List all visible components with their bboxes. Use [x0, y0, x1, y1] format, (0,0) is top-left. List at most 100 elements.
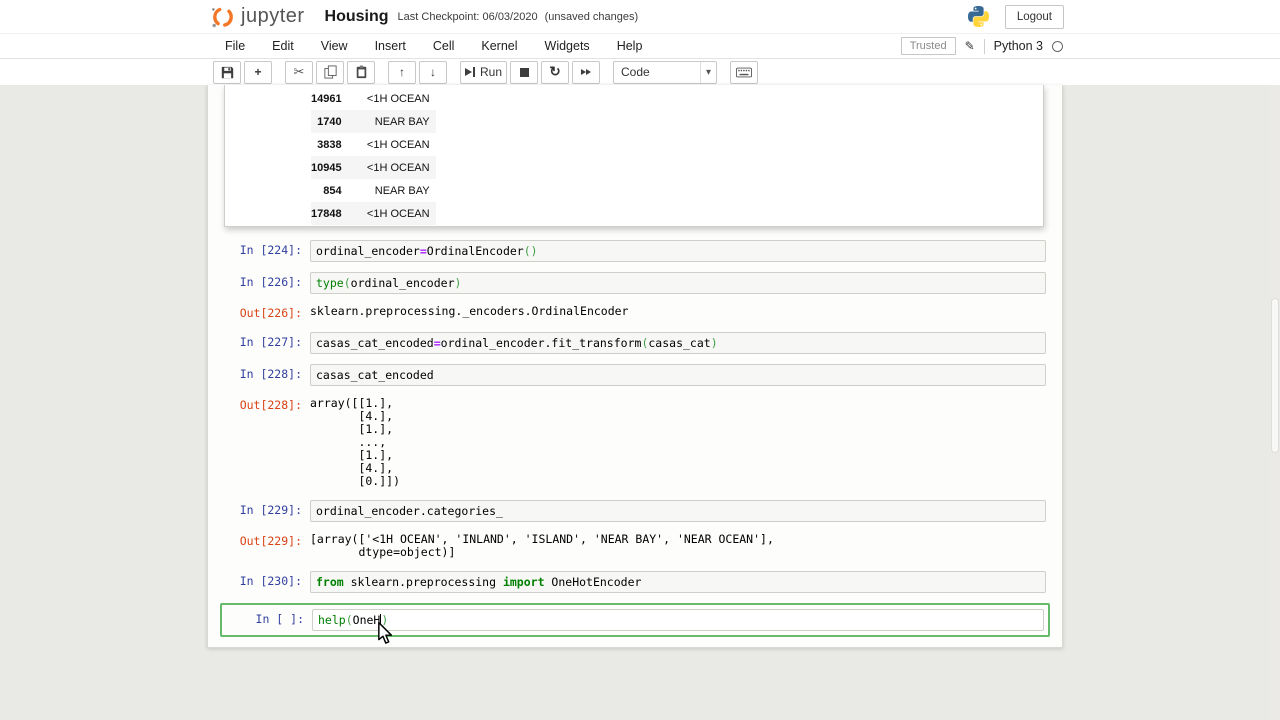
table-row: 17848 <1H OCEAN: [311, 202, 436, 225]
input-prompt: In [228]:: [239, 367, 302, 381]
row-value: NEAR BAY: [374, 184, 430, 197]
toolbar: + ✂ ↑ ↓ Run ↻ Code ▾: [0, 59, 1280, 85]
row-index: 3838: [317, 138, 342, 151]
input-prompt: In [229]:: [239, 503, 302, 517]
run-icon: [465, 68, 472, 76]
arrow-down-icon: ↓: [430, 65, 436, 79]
output-cell-226: Out[226]: sklearn.preprocessing._encoder…: [208, 304, 1046, 321]
run-label: Run: [480, 65, 503, 79]
copy-icon: [323, 65, 337, 79]
output-prompt: Out[229]:: [239, 534, 302, 548]
row-index: 17848: [311, 207, 342, 220]
input-prompt: In [226]:: [239, 275, 302, 289]
row-value: NEAR BAY: [374, 115, 430, 128]
trusted-badge[interactable]: Trusted: [900, 37, 956, 55]
notebook-container: 14961 <1H OCEAN 1740 NEAR BAY 3838 <1H O…: [207, 85, 1063, 648]
unsaved-changes-text: (unsaved changes): [544, 10, 639, 23]
menu-cell[interactable]: Cell: [433, 39, 455, 53]
add-cell-button[interactable]: +: [244, 60, 272, 84]
active-code-cell[interactable]: In [ ]: help(OneH): [220, 603, 1050, 637]
table-row: 10945 <1H OCEAN: [311, 156, 436, 179]
input-prompt: In [ ]:: [255, 612, 304, 626]
notebook-title[interactable]: Housing: [325, 8, 389, 26]
paste-cell-button[interactable]: [347, 60, 375, 84]
jupyter-logo[interactable]: jupyter: [210, 4, 325, 30]
output-prompt: Out[226]:: [239, 306, 302, 320]
save-button[interactable]: [213, 60, 241, 84]
code-cell-229: In [229]: ordinal_encoder.categories_: [208, 500, 1046, 522]
scrolled-output-area[interactable]: 14961 <1H OCEAN 1740 NEAR BAY 3838 <1H O…: [224, 85, 1044, 227]
menu-insert[interactable]: Insert: [375, 39, 406, 53]
cell-type-value: Code: [621, 65, 650, 79]
code-cell-224: In [224]: ordinal_encoder=OrdinalEncoder…: [208, 240, 1046, 262]
code-input[interactable]: casas_cat_encoded=ordinal_encoder.fit_tr…: [310, 332, 1046, 354]
menu-file[interactable]: File: [225, 39, 245, 53]
row-index: 10945: [311, 161, 342, 174]
run-icon-bar: [473, 67, 475, 77]
output-cell-229: Out[229]: [array(['<1H OCEAN', 'INLAND',…: [208, 532, 1046, 559]
row-value: <1H OCEAN: [366, 207, 430, 220]
code-input[interactable]: ordinal_encoder.categories_: [310, 500, 1046, 522]
python-logo-icon: [967, 6, 989, 27]
restart-icon: ↻: [549, 64, 561, 79]
move-cell-down-button[interactable]: ↓: [419, 60, 447, 84]
output-prompt: Out[228]:: [239, 398, 302, 412]
plus-icon: +: [254, 65, 262, 79]
code-input-active[interactable]: help(OneH): [312, 609, 1044, 631]
menu-widgets[interactable]: Widgets: [545, 39, 590, 53]
divider: [983, 38, 985, 54]
code-cell-230: In [230]: from sklearn.preprocessing imp…: [208, 571, 1046, 593]
chevron-down-icon: ▾: [700, 61, 716, 83]
page-scrollbar-track[interactable]: [1270, 85, 1280, 720]
input-prompt: In [224]:: [239, 243, 302, 257]
brand-text: jupyter: [241, 5, 305, 27]
notebook-header: jupyter Housing Last Checkpoint: 06/03/2…: [0, 0, 1280, 34]
row-index: 14961: [311, 92, 342, 105]
code-cell-227: In [227]: casas_cat_encoded=ordinal_enco…: [208, 332, 1046, 354]
row-index: 1740: [317, 115, 342, 128]
row-value: <1H OCEAN: [366, 161, 430, 174]
fast-forward-icon: [581, 69, 592, 75]
table-row: 854 NEAR BAY: [311, 179, 436, 202]
restart-kernel-button[interactable]: ↻: [541, 60, 570, 84]
jupyter-logo-icon: [212, 6, 233, 27]
code-input[interactable]: casas_cat_encoded: [310, 364, 1046, 386]
menu-bar: File Edit View Insert Cell Kernel Widget…: [0, 34, 1280, 59]
kernel-status-icon: [1052, 40, 1063, 52]
row-value: <1H OCEAN: [366, 92, 430, 105]
command-palette-button[interactable]: [730, 60, 759, 84]
code-input[interactable]: ordinal_encoder=OrdinalEncoder(): [310, 240, 1046, 262]
cut-icon: ✂: [293, 64, 305, 79]
series-output-table: 14961 <1H OCEAN 1740 NEAR BAY 3838 <1H O…: [311, 87, 436, 225]
output-text: sklearn.preprocessing._encoders.OrdinalE…: [310, 304, 629, 318]
code-cell-226: In [226]: type(ordinal_encoder): [208, 272, 1046, 294]
checkpoint-text: Last Checkpoint: 06/03/2020: [397, 10, 538, 23]
edit-mode-pencil-icon: ✎: [964, 39, 975, 53]
save-icon: [221, 66, 233, 78]
cell-type-dropdown[interactable]: Code ▾: [613, 60, 718, 84]
row-index: 854: [323, 184, 342, 197]
menu-view[interactable]: View: [321, 39, 348, 53]
copy-cell-button[interactable]: [316, 60, 344, 84]
cut-cell-button[interactable]: ✂: [285, 60, 313, 84]
output-cell-228: Out[228]: array([[1.], [4.], [1.], ..., …: [208, 396, 1046, 488]
menu-edit[interactable]: Edit: [272, 39, 294, 53]
row-value: <1H OCEAN: [366, 138, 430, 151]
menu-kernel[interactable]: Kernel: [481, 39, 517, 53]
menu-help[interactable]: Help: [617, 39, 643, 53]
table-row: 14961 <1H OCEAN: [311, 87, 436, 110]
run-cell-button[interactable]: Run: [460, 60, 508, 84]
interrupt-kernel-button[interactable]: [510, 60, 539, 84]
move-cell-up-button[interactable]: ↑: [388, 60, 416, 84]
code-input[interactable]: from sklearn.preprocessing import OneHot…: [310, 571, 1046, 593]
output-text: array([[1.], [4.], [1.], ..., [1.], [4.]…: [310, 396, 401, 488]
input-prompt: In [227]:: [239, 335, 302, 349]
logout-button[interactable]: Logout: [1004, 4, 1064, 29]
table-row: 3838 <1H OCEAN: [311, 133, 436, 156]
paste-icon: [356, 65, 366, 79]
restart-run-all-button[interactable]: [572, 60, 601, 84]
stop-icon: [519, 67, 529, 77]
input-prompt: In [230]:: [239, 574, 302, 588]
code-input[interactable]: type(ordinal_encoder): [310, 272, 1046, 294]
page-scrollbar-thumb[interactable]: [1271, 298, 1279, 453]
